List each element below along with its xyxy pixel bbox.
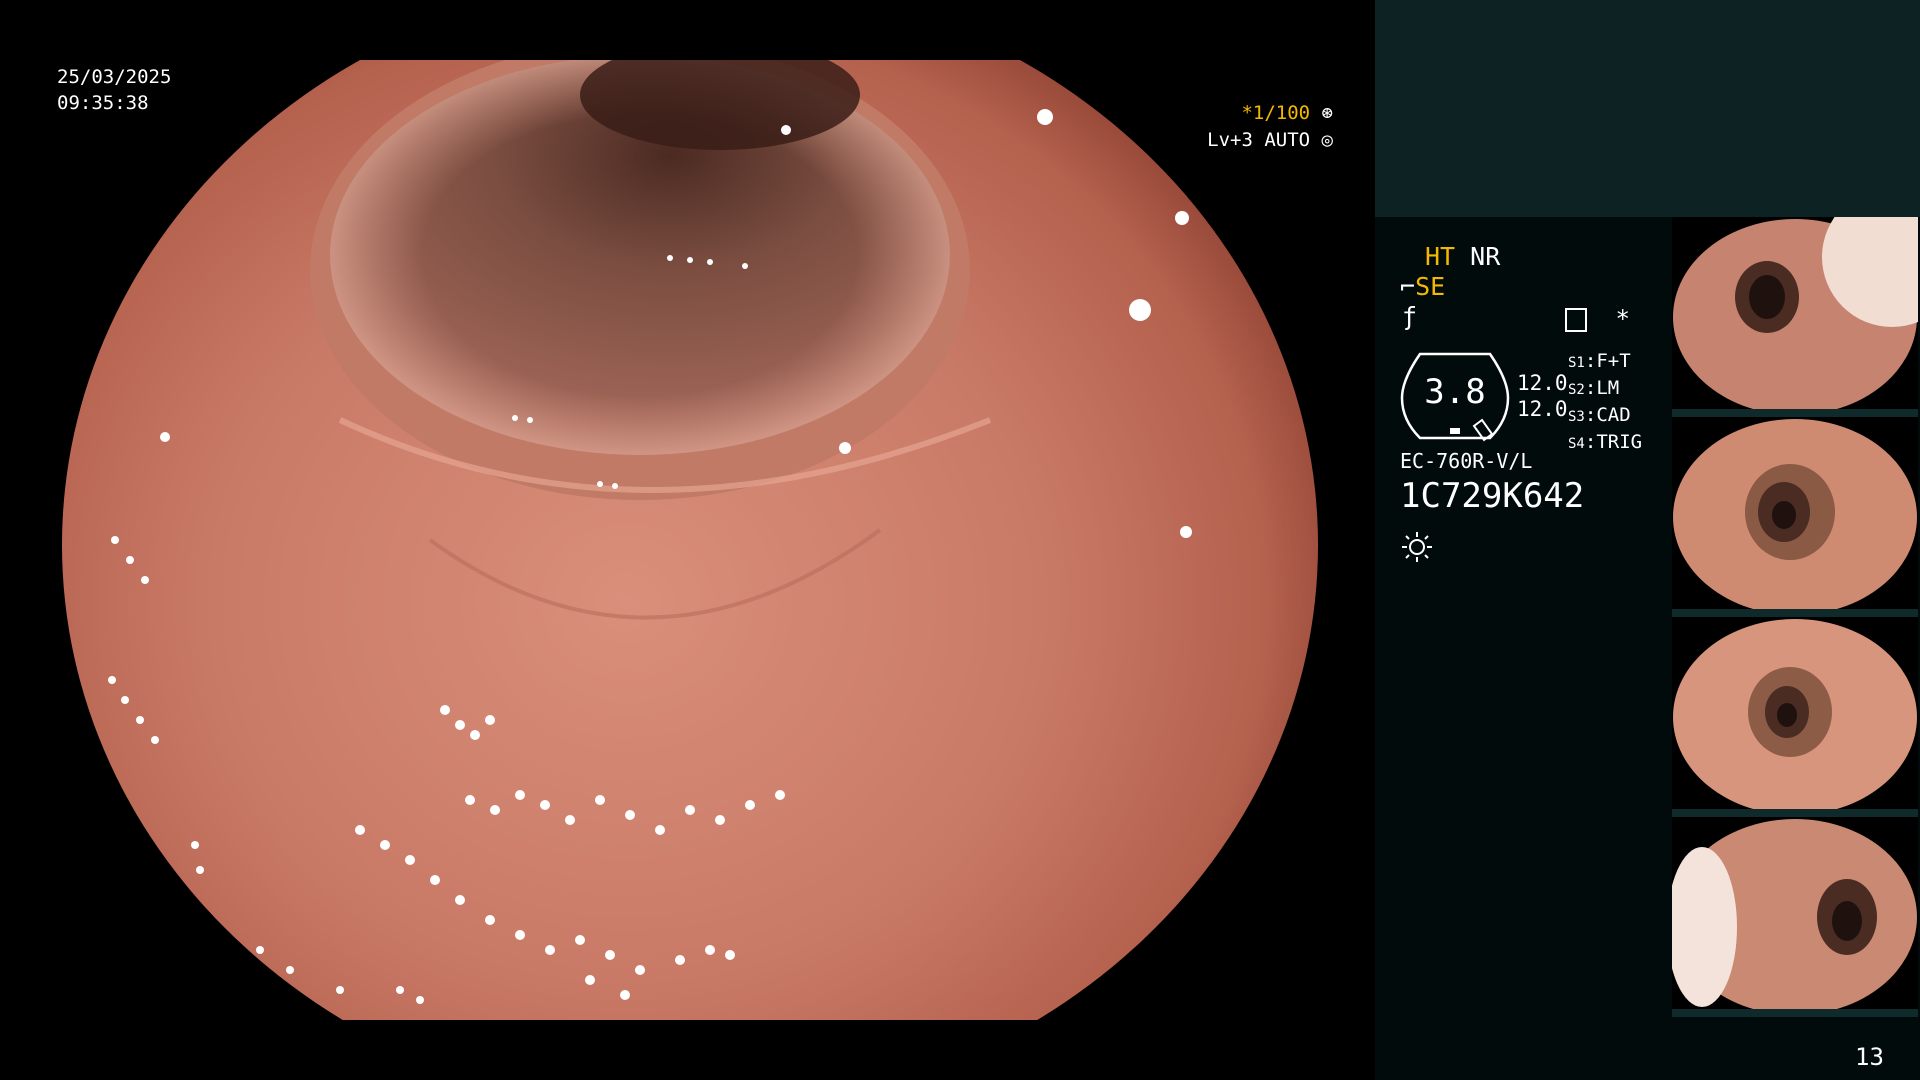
thumbnail-4[interactable]: [1672, 817, 1918, 1017]
shutter-readout: *1/100 ⊛ Lv+3 AUTO ◎: [1207, 100, 1333, 154]
endoscopy-main-view: 25/03/2025 09:35:38 *1/100 ⊛ Lv+3 AUTO ◎: [0, 0, 1375, 1080]
ht-nr-status: HT NR: [1425, 242, 1500, 271]
slot-key: S1: [1568, 355, 1585, 371]
thumbnail-image: [1672, 819, 1917, 1015]
gauge-values: 12.0 12.0: [1517, 370, 1568, 422]
gauge-value-2: 12.0: [1517, 397, 1568, 421]
slot-value: TRIG: [1596, 431, 1643, 453]
scope-serial: 1C729K642: [1400, 476, 1585, 516]
se-status: ⌐SE: [1400, 272, 1445, 301]
star-mark: *: [1615, 305, 1630, 333]
slot-key: S4: [1568, 436, 1585, 452]
date-time-readout: 25/03/2025 09:35:38: [57, 64, 171, 116]
thumbnail-bar: [1672, 1009, 1918, 1017]
shutter-speed-text: *1/100: [1241, 102, 1311, 124]
thumbnail-1[interactable]: [1672, 217, 1918, 417]
thumbnail-2[interactable]: [1672, 417, 1918, 617]
time-text: 09:35:38: [57, 92, 149, 114]
thumbnail-bar: [1672, 409, 1918, 417]
slot-value: F+T: [1596, 350, 1631, 372]
se-label: SE: [1415, 272, 1446, 301]
slot-value: LM: [1596, 377, 1620, 399]
gauge-value: 3.8: [1424, 372, 1486, 412]
slot-2: S2:LM: [1568, 377, 1620, 399]
panel-icons: *: [1565, 305, 1630, 333]
slot-1: S1:F+T: [1568, 350, 1631, 372]
slot-4: S4:TRIG: [1568, 431, 1643, 453]
nr-label: NR: [1470, 242, 1501, 271]
scope-model: EC-760R-V/L: [1400, 449, 1533, 473]
date-text: 25/03/2025: [57, 66, 172, 88]
ht-label: HT: [1425, 242, 1456, 271]
thumbnail-bar: [1672, 809, 1918, 817]
slot-3: S3:CAD: [1568, 404, 1631, 426]
thumbnail-image: [1673, 419, 1917, 615]
scope-icon: ⌐: [1400, 272, 1416, 301]
slot-value: CAD: [1596, 404, 1631, 426]
switch-assignment-list: S1:F+T S2:LM S3:CAD S4:TRIG: [1568, 349, 1642, 457]
thumbnail-image: [1673, 217, 1918, 415]
thumbnail-3[interactable]: [1672, 617, 1918, 817]
page-number: 13: [1855, 1043, 1884, 1071]
slot-key: S3: [1568, 409, 1585, 425]
gauge: 3.8: [1400, 350, 1510, 442]
endoscopic-image: [62, 60, 1318, 1020]
target-icon: ◎: [1321, 129, 1333, 151]
freeze-icon: ƒ: [1402, 302, 1418, 331]
light-level-text: Lv+3 AUTO: [1207, 129, 1311, 151]
thumbnail-image: [1673, 619, 1917, 815]
aperture-icon: ⊛: [1321, 102, 1333, 124]
sun-icon: [1402, 532, 1432, 562]
gauge-value-1: 12.0: [1517, 371, 1568, 395]
settings-box-icon: [1565, 308, 1587, 332]
thumbnail-bar: [1672, 609, 1918, 617]
side-panel-header: [1375, 0, 1920, 217]
slot-key: S2: [1568, 382, 1585, 398]
